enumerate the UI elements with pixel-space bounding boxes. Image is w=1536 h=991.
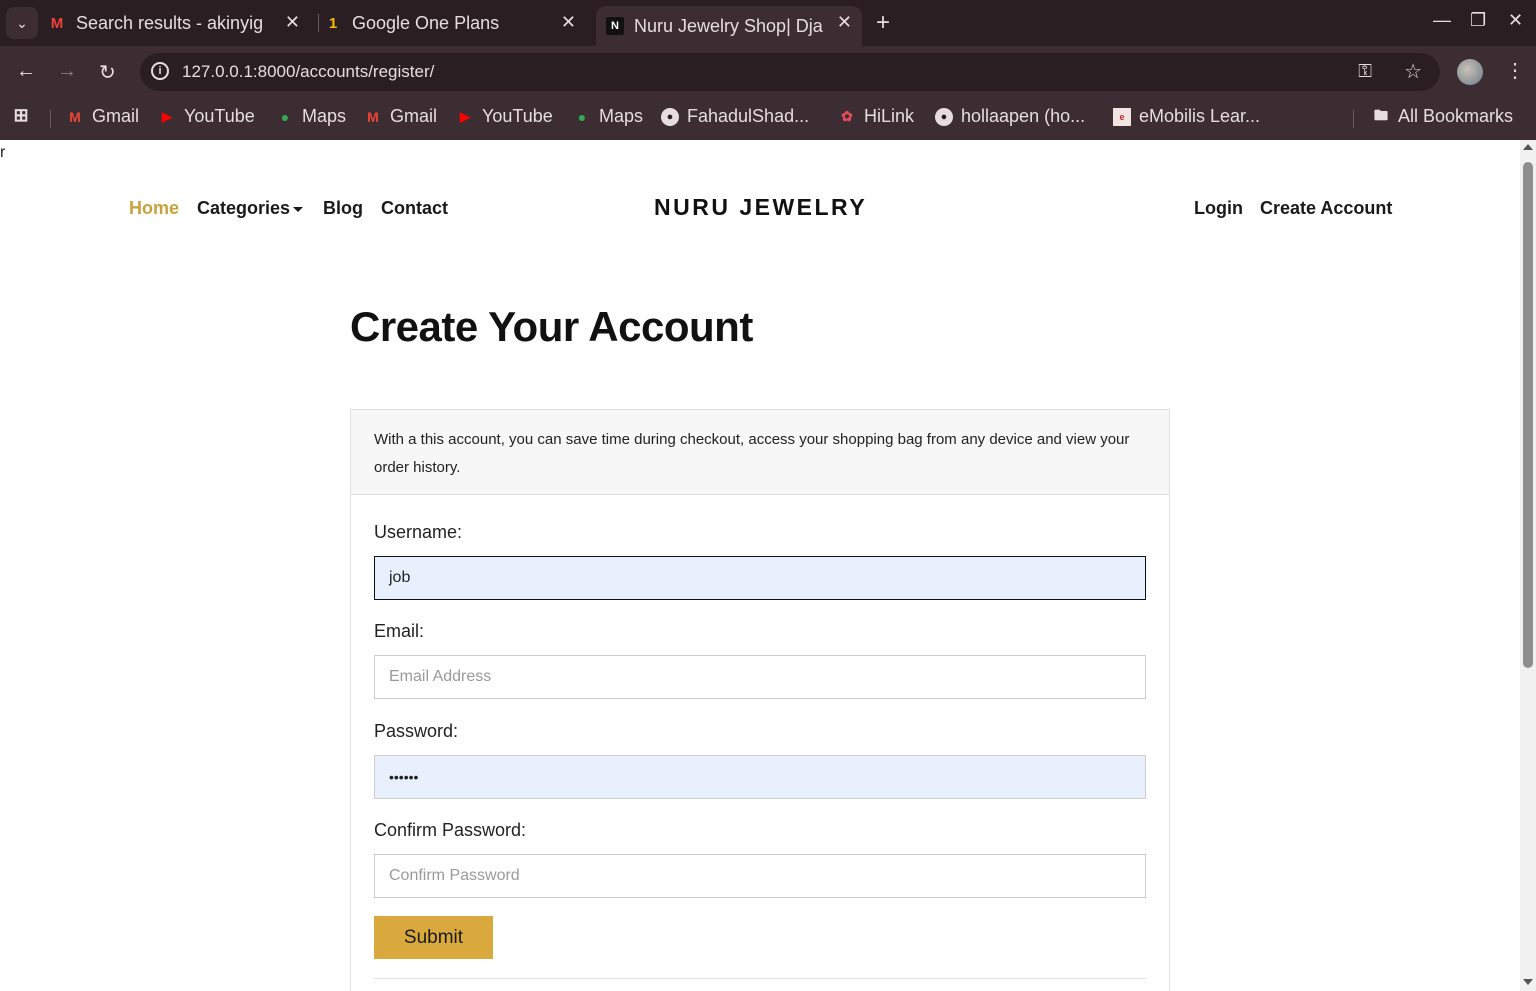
page-title: Create Your Account <box>350 303 753 350</box>
youtube-icon: ▶ <box>460 108 470 124</box>
new-tab-icon[interactable]: + <box>876 9 890 37</box>
bookmark-label: eMobilis Lear... <box>1139 106 1261 126</box>
close-icon[interactable]: ✕ <box>837 12 852 33</box>
page-viewport: r Home Categories Blog Contact NURU JEWE… <box>0 140 1520 991</box>
address-bar[interactable]: i 127.0.0.1:8000/accounts/register/ ⚿ ☆ <box>140 53 1440 91</box>
gmail-icon: M <box>69 108 81 125</box>
confirm-password-placeholder: Confirm Password <box>389 867 520 884</box>
folder-icon: 🖿 <box>1374 106 1388 123</box>
bookmark-label: Maps <box>302 106 347 126</box>
all-bookmarks-label: All Bookmarks <box>1398 106 1514 126</box>
nav-contact-link[interactable]: Contact <box>381 198 448 219</box>
stray-text: r <box>0 144 6 161</box>
bookmark-label: FahadulShad... <box>687 106 810 126</box>
email-placeholder: Email Address <box>389 668 492 685</box>
hilink-icon: ✿ <box>841 108 853 124</box>
password-label: Password: <box>374 721 459 741</box>
bookmark-label: hollaapen (ho... <box>961 106 1086 126</box>
bookmark-youtube[interactable]: ▶ YouTube <box>158 106 255 127</box>
url-text[interactable]: 127.0.0.1:8000/accounts/register/ <box>182 62 434 82</box>
caret-down-icon <box>293 206 304 212</box>
bookmark-maps[interactable]: ● Maps <box>276 106 346 127</box>
password-input[interactable]: •••••• <box>374 755 1146 799</box>
nav-home-link[interactable]: Home <box>129 198 179 219</box>
bookmark-gmail[interactable]: M Gmail <box>364 106 437 127</box>
bookmark-gmail[interactable]: M Gmail <box>66 106 139 127</box>
google-one-icon: 1 <box>328 14 338 32</box>
restore-icon[interactable]: ❐ <box>1470 10 1486 31</box>
bookmark-separator <box>50 110 51 128</box>
apps-grid-icon[interactable]: ⊞ <box>12 105 38 125</box>
nav-create-account-link[interactable]: Create Account <box>1260 198 1392 219</box>
bookmark-separator <box>1353 110 1354 128</box>
register-form-card: With a this account, you can save time d… <box>350 409 1170 991</box>
gmail-icon: M <box>367 108 379 125</box>
username-input[interactable]: job <box>374 556 1146 600</box>
emobilis-icon: e <box>1113 107 1131 126</box>
scroll-up-arrow-icon[interactable] <box>1523 144 1533 150</box>
bookmark-label: HiLink <box>864 106 915 126</box>
confirm-password-input[interactable]: Confirm Password <box>374 854 1146 898</box>
maps-icon: ● <box>280 108 290 125</box>
scrollbar-thumb[interactable] <box>1523 162 1533 668</box>
maps-icon: ● <box>577 108 587 125</box>
tab-nuru-jewelry[interactable]: N Nuru Jewelry Shop| Dja ✕ <box>596 6 862 46</box>
nav-categories-dropdown[interactable]: Categories <box>197 198 304 219</box>
browser-toolbar: ← → ↻ i 127.0.0.1:8000/accounts/register… <box>0 46 1536 98</box>
bookmark-hilink[interactable]: ✿ HiLink <box>838 106 914 127</box>
brand-logo[interactable]: NURU JEWELRY <box>654 194 867 221</box>
email-label: Email: <box>374 621 425 641</box>
tab-title: Google One Plans <box>352 12 500 33</box>
site-info-icon[interactable]: i <box>151 62 169 80</box>
password-value: •••••• <box>389 769 419 785</box>
all-bookmarks[interactable]: 🖿 All Bookmarks <box>1372 106 1513 127</box>
username-value: job <box>389 569 411 586</box>
email-input[interactable]: Email Address <box>374 655 1146 699</box>
profile-avatar[interactable] <box>1457 59 1483 85</box>
bookmark-github-fahadul[interactable]: ● FahadulShad... <box>661 106 809 127</box>
bookmark-label: Gmail <box>92 106 140 126</box>
scroll-down-arrow-icon[interactable] <box>1523 979 1533 985</box>
back-icon[interactable]: ← <box>16 60 36 83</box>
bookmark-label: Maps <box>599 106 644 126</box>
minimize-icon[interactable]: — <box>1433 10 1451 31</box>
bookmark-maps[interactable]: ● Maps <box>573 106 643 127</box>
nav-blog-link[interactable]: Blog <box>323 198 363 219</box>
bookmark-github-hollaapen[interactable]: ● hollaapen (ho... <box>935 106 1085 127</box>
tab-title: Search results - akinyig <box>76 12 264 33</box>
tab-title: Nuru Jewelry Shop| Dja <box>634 15 823 36</box>
bookmark-star-icon[interactable]: ☆ <box>1404 59 1422 84</box>
menu-kebab-icon[interactable]: ⋮ <box>1505 58 1525 83</box>
form-divider <box>374 978 1146 979</box>
tab-google-one[interactable]: 1 Google One Plans ✕ <box>324 6 586 40</box>
bookmarks-bar: ⊞ M Gmail ▶ YouTube ● Maps M Gmail ▶ YouTube … <box>0 98 1536 140</box>
bookmark-label: YouTube <box>482 106 553 126</box>
confirm-password-label: Confirm Password: <box>374 820 527 840</box>
close-window-icon[interactable]: ✕ <box>1508 10 1523 31</box>
tab-search-button[interactable]: ⌄ <box>6 7 38 39</box>
tab-gmail[interactable]: M Search results - akinyig ✕ <box>48 6 310 40</box>
nav-categories-label: Categories <box>197 198 291 218</box>
bookmark-youtube[interactable]: ▶ YouTube <box>456 106 553 127</box>
close-icon[interactable]: ✕ <box>285 12 300 33</box>
tab-separator <box>318 14 319 32</box>
gmail-icon: M <box>50 14 64 32</box>
nav-login-link[interactable]: Login <box>1194 198 1243 219</box>
github-icon: ● <box>935 107 953 126</box>
bookmark-emobilis[interactable]: e eMobilis Lear... <box>1113 106 1260 127</box>
youtube-icon: ▶ <box>162 108 172 124</box>
close-icon[interactable]: ✕ <box>561 12 576 33</box>
tab-bar: ⌄ M Search results - akinyig ✕ 1 Google … <box>0 0 1536 46</box>
username-label: Username: <box>374 522 463 542</box>
bookmark-label: YouTube <box>184 106 255 126</box>
bookmark-label: Gmail <box>390 106 438 126</box>
page-scrollbar[interactable] <box>1520 140 1536 991</box>
submit-button[interactable]: Submit <box>374 916 493 959</box>
form-intro-text: With a this account, you can save time d… <box>351 410 1169 495</box>
forward-icon[interactable]: → <box>57 60 77 83</box>
site-icon: N <box>606 17 624 35</box>
password-key-icon[interactable]: ⚿ <box>1358 61 1372 82</box>
reload-icon[interactable]: ↻ <box>99 60 116 85</box>
github-icon: ● <box>661 107 679 126</box>
